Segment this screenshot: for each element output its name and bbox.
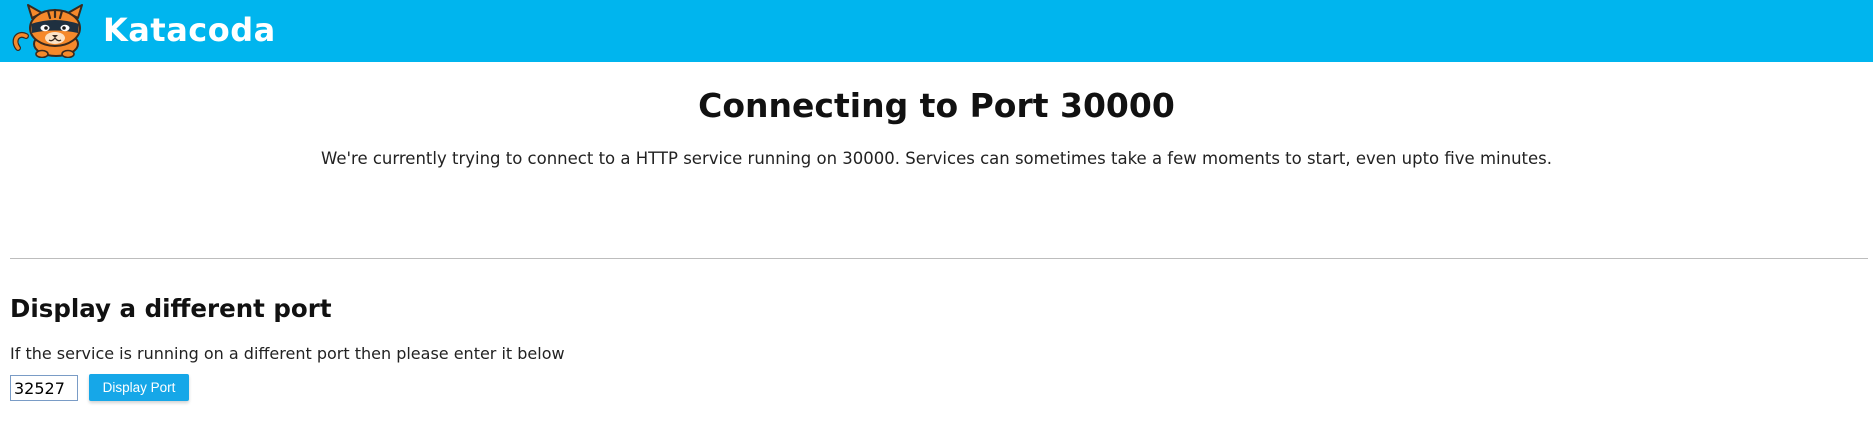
brand-logo-text[interactable]: Katacoda [103, 8, 276, 52]
connection-status-text: We're currently trying to connect to a H… [321, 149, 1552, 168]
port-input[interactable] [10, 375, 78, 401]
cat-mascot-icon[interactable] [12, 4, 88, 59]
port-section-title: Display a different port [10, 294, 332, 323]
page-title: Connecting to Port 30000 [698, 86, 1175, 125]
port-section-description: If the service is running on a different… [10, 344, 565, 363]
display-port-button[interactable]: Display Port [89, 374, 189, 401]
section-divider [10, 258, 1868, 259]
top-header-bar: Katacoda [0, 0, 1873, 62]
